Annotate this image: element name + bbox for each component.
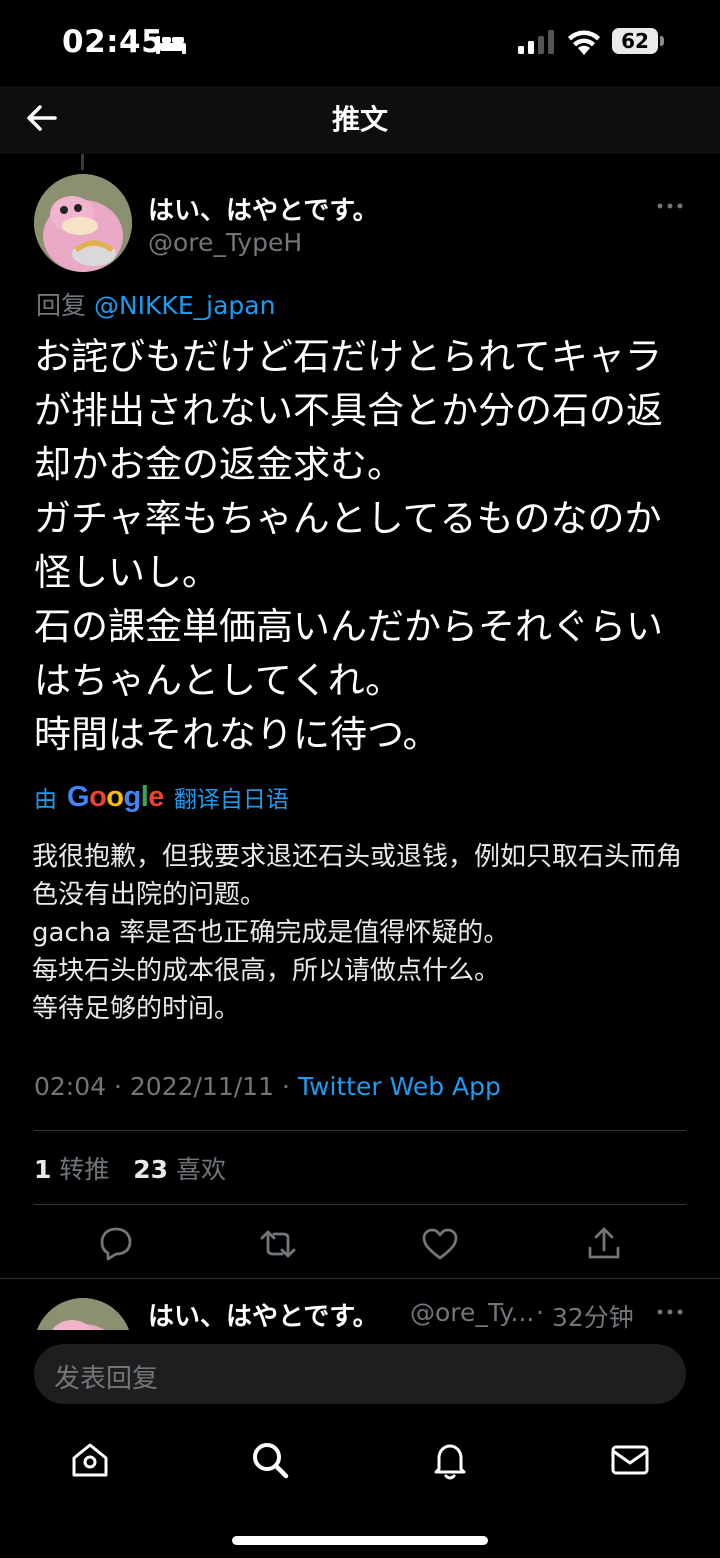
tweet-source[interactable]: Twitter Web App bbox=[298, 1072, 501, 1101]
status-time: 02:45 bbox=[62, 24, 164, 60]
translate-from: 翻译自日语 bbox=[173, 787, 289, 813]
google-logo: Google bbox=[67, 780, 164, 813]
heart-icon[interactable] bbox=[418, 1222, 462, 1266]
reply-prefix: 回复 bbox=[36, 291, 87, 320]
next-reply-preview[interactable]: はい、はやとです。 @ore_Ty... · 32分钟 bbox=[0, 1280, 720, 1330]
translation-attribution[interactable]: 由 Google 翻译自日语 bbox=[34, 780, 289, 814]
reply-to-link[interactable]: @NIKKE_japan bbox=[94, 291, 275, 320]
avatar[interactable] bbox=[34, 174, 132, 272]
meta-separator: · bbox=[536, 1298, 544, 1327]
like-label[interactable]: 喜欢 bbox=[176, 1155, 226, 1184]
retweet-icon[interactable] bbox=[256, 1222, 300, 1266]
search-icon[interactable] bbox=[248, 1438, 292, 1482]
cellular-signal-icon bbox=[518, 30, 558, 54]
thread-connector-line bbox=[81, 154, 84, 170]
mail-icon[interactable] bbox=[608, 1438, 652, 1482]
retweet-count[interactable]: 1 bbox=[34, 1155, 51, 1184]
section-divider bbox=[0, 1278, 720, 1279]
share-icon[interactable] bbox=[582, 1222, 626, 1266]
reply-icon[interactable] bbox=[94, 1222, 138, 1266]
wifi-icon bbox=[566, 28, 602, 56]
translate-by: 由 bbox=[34, 787, 57, 813]
tweet-time: 02:04 bbox=[34, 1072, 107, 1101]
reply-author-handle[interactable]: @ore_Ty... bbox=[410, 1298, 534, 1327]
compose-placeholder[interactable]: 发表回复 bbox=[54, 1358, 158, 1395]
bell-icon[interactable] bbox=[428, 1438, 472, 1482]
translated-text: 我很抱歉，但我要求退还石头或退钱，例如只取石头而角色没有出院的问题。 gacha… bbox=[32, 842, 683, 1024]
like-count[interactable]: 23 bbox=[133, 1155, 168, 1184]
more-dots-icon[interactable] bbox=[656, 196, 684, 216]
tweet-text: お詫びもだけど石だけとられてキャラが排出されない不具合とか分の石の返却かお金の返… bbox=[34, 335, 663, 756]
author-handle[interactable]: @ore_TypeH bbox=[148, 228, 302, 257]
home-indicator[interactable] bbox=[232, 1536, 488, 1545]
reply-author-name[interactable]: はい、はやとです。 bbox=[148, 1296, 379, 1330]
battery-indicator: 62 bbox=[612, 28, 658, 54]
divider bbox=[34, 1204, 686, 1205]
engagement-stats: 1 转推 23 喜欢 bbox=[34, 1150, 226, 1186]
more-dots-icon[interactable] bbox=[656, 1302, 684, 1322]
battery-tip bbox=[660, 36, 664, 46]
sleep-focus-icon bbox=[156, 34, 186, 54]
author-name[interactable]: はい、はやとです。 bbox=[148, 190, 379, 227]
avatar[interactable] bbox=[34, 1298, 132, 1330]
tweet-meta: 02:04 · 2022/11/11 · Twitter Web App bbox=[34, 1072, 501, 1101]
retweet-label[interactable]: 转推 bbox=[59, 1155, 109, 1184]
page-title: 推文 bbox=[331, 103, 388, 136]
tweet-date: 2022/11/11 bbox=[129, 1072, 274, 1101]
replying-to: 回复 @NIKKE_japan bbox=[36, 286, 275, 322]
reply-age: 32分钟 bbox=[552, 1303, 634, 1330]
divider bbox=[34, 1130, 686, 1131]
home-icon[interactable] bbox=[68, 1438, 112, 1482]
